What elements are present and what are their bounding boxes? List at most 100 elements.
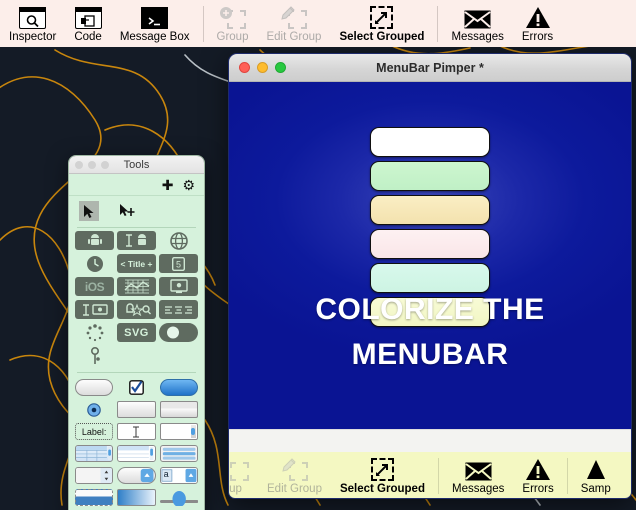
group-add-icon: [229, 455, 249, 481]
chart-icon[interactable]: [117, 277, 156, 296]
toolbar-icon[interactable]: [117, 300, 156, 319]
code-window-icon: [74, 3, 102, 29]
window-bottom-toolbar: up Edit Group Select Grouped Messages Er…: [229, 452, 631, 498]
toolbar-label: Edit Group: [267, 483, 322, 495]
svg-icon[interactable]: SVG: [117, 323, 156, 342]
toolbar-item-group[interactable]: Group: [208, 0, 258, 47]
toolbar-item-code[interactable]: Code: [65, 0, 111, 47]
svg-label: SVG: [124, 326, 149, 339]
ios-label: iOS: [84, 279, 105, 294]
toolbar-label: Errors: [521, 31, 554, 43]
gradient-view-widget[interactable]: [117, 489, 156, 506]
canvas-area[interactable]: COLORIZE THE MENUBAR: [229, 82, 631, 429]
magnifier-window-icon: [19, 3, 47, 29]
tools-titlebar[interactable]: Tools: [69, 156, 204, 174]
monitor-apple-icon[interactable]: [159, 277, 198, 296]
add-icon[interactable]: ✚: [162, 178, 174, 192]
text-field-widget[interactable]: [117, 423, 156, 440]
pill-button-widget[interactable]: [75, 379, 114, 396]
android-icon[interactable]: [75, 231, 114, 250]
titlebar-label: < Title +: [120, 258, 153, 269]
toolbar-item-errors[interactable]: Errors: [513, 0, 562, 47]
tools-action-row: ✚ ⚙: [69, 174, 204, 196]
ios-icon[interactable]: iOS: [75, 277, 114, 296]
empty-cell: [159, 346, 198, 365]
toolbar-label: Inspector: [9, 31, 57, 43]
popup-button-widget[interactable]: [117, 467, 156, 484]
text-android-icon[interactable]: [117, 231, 156, 250]
swatch-mint-green[interactable]: [370, 161, 490, 191]
titlebar-icon[interactable]: < Title +: [117, 254, 156, 273]
combo-box-widget[interactable]: a: [159, 467, 198, 484]
traffic-lights: [239, 62, 286, 73]
bottom-toolbar-item-edit-group[interactable]: Edit Group: [258, 452, 331, 498]
toolbar-item-messages[interactable]: Messages: [442, 0, 512, 47]
envelope-icon: [465, 455, 492, 481]
toolbar-label: Select Grouped: [339, 483, 425, 495]
toolbar-label: Samp: [580, 483, 611, 495]
globe-icon[interactable]: [159, 231, 198, 250]
scroll-view-widget[interactable]: [159, 423, 198, 440]
table-view-widget[interactable]: [75, 445, 114, 462]
radio-button-widget[interactable]: [75, 401, 113, 418]
toolbar-label: Code: [74, 31, 102, 43]
close-button[interactable]: [239, 62, 250, 73]
empty-cell: [117, 346, 156, 365]
slider-group-widget[interactable]: [159, 445, 198, 462]
window-title: MenuBar Pimper *: [376, 60, 484, 75]
menubar-pimper-window[interactable]: MenuBar Pimper * COLORIZE THE MENUBAR up: [228, 53, 632, 499]
text-box-widget[interactable]: [117, 401, 156, 418]
bottom-toolbar-item-sample[interactable]: Samp: [572, 452, 620, 498]
tools-window-title: Tools: [123, 158, 150, 171]
text-monitor-icon[interactable]: [75, 300, 114, 319]
bottom-toolbar-item-errors[interactable]: Errors: [513, 452, 562, 498]
cursor-tool-row: [69, 196, 204, 226]
move-arrow-tool[interactable]: [117, 201, 137, 221]
minimize-button[interactable]: [257, 62, 268, 73]
zoom-button[interactable]: [275, 62, 286, 73]
save-widget[interactable]: [159, 401, 198, 418]
toolbar-item-edit-group[interactable]: Edit Group: [257, 0, 330, 47]
toolbar-item-message-box[interactable]: Message Box: [111, 0, 199, 47]
tools-palette-window[interactable]: Tools ✚ ⚙ < Title + 5 iOS SVG Label: a: [68, 155, 205, 510]
window-titlebar[interactable]: MenuBar Pimper *: [229, 54, 631, 82]
checkbox-widget[interactable]: [117, 379, 155, 396]
label-field-widget[interactable]: Label:: [75, 423, 114, 440]
stepper-widget[interactable]: [75, 467, 114, 484]
select-arrow-tool[interactable]: [79, 201, 99, 221]
swatch-white[interactable]: [370, 127, 490, 157]
knob-slider-widget[interactable]: [159, 489, 198, 506]
toolbar-gap-strip: [229, 429, 631, 452]
blue-button-widget[interactable]: [159, 379, 198, 396]
list-view-widget[interactable]: [117, 445, 156, 462]
headline-line-1: COLORIZE THE: [315, 293, 545, 326]
edit-group-icon: [281, 455, 308, 481]
gear-icon[interactable]: ⚙: [182, 178, 195, 192]
headline-text: COLORIZE THE MENUBAR: [229, 287, 631, 377]
bottom-toolbar-item-group[interactable]: up: [229, 452, 258, 498]
edit-group-icon: [280, 3, 308, 29]
html5-icon[interactable]: 5: [159, 254, 198, 273]
ui-widget-grid: Label: a: [69, 373, 204, 506]
toolbar-separator: [566, 457, 568, 494]
toolbar-item-select-grouped[interactable]: Select Grouped: [330, 0, 433, 47]
terminal-window-icon: [141, 3, 169, 29]
toolbar-separator: [437, 5, 439, 42]
clock-icon[interactable]: [75, 254, 114, 273]
select-grouped-icon: [370, 455, 394, 481]
swatch-cream[interactable]: [370, 195, 490, 225]
swatch-pale-pink[interactable]: [370, 229, 490, 259]
spinner-icon[interactable]: [75, 323, 114, 342]
align-icon[interactable]: [159, 300, 198, 319]
bottom-toolbar-item-select-grouped[interactable]: Select Grouped: [331, 452, 434, 498]
toolbar-separator: [202, 5, 204, 42]
toolbar-item-inspector[interactable]: Inspector: [0, 0, 65, 47]
group-add-icon: [219, 3, 246, 29]
key-icon[interactable]: [75, 346, 114, 365]
sample-icon: [586, 455, 606, 481]
bottom-toolbar-item-messages[interactable]: Messages: [443, 452, 513, 498]
drag-view-widget[interactable]: [75, 489, 114, 506]
switch-icon[interactable]: [159, 323, 198, 342]
headline-line-2: MENUBAR: [351, 338, 509, 371]
toolbar-separator: [437, 457, 439, 494]
